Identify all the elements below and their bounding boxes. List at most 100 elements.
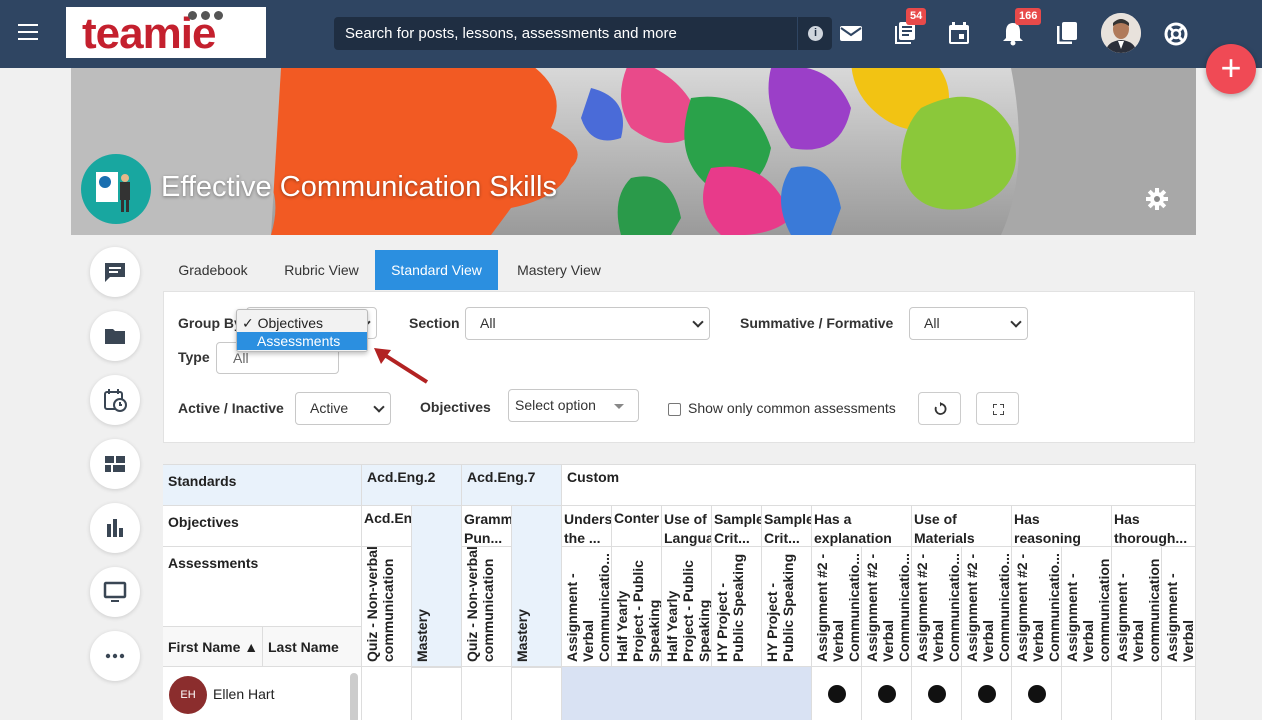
grade-cell[interactable]	[1012, 667, 1062, 720]
rail-calendar-button[interactable]	[90, 375, 140, 425]
reset-button[interactable]	[918, 392, 961, 425]
assessment-col-14: Assignment #2 - Verbal Communicatio...	[1012, 547, 1062, 667]
type-label: Type	[178, 349, 210, 365]
assessment-col-9: HY Project - Public Speaking	[762, 547, 812, 667]
grade-cell[interactable]	[862, 667, 912, 720]
last-name-header[interactable]: Last Name	[263, 627, 362, 667]
objective-col-1: Acd.En	[362, 506, 412, 547]
grade-cell[interactable]	[362, 667, 412, 720]
objective-col-3: Unders the ...	[562, 506, 612, 547]
assessment-label: HY Project - Public Speaking	[764, 553, 796, 662]
folder-icon	[105, 329, 125, 344]
objective-col-7: Sample Crit...	[762, 506, 812, 547]
objective-col-9: Use of Materials	[912, 506, 1012, 547]
assessment-label: Assignment #2 - Verbal Communicatio...	[964, 553, 1012, 662]
assessment-col-6: Half Yearly Project - Public Speaking	[612, 547, 662, 667]
search-info-button[interactable]: i	[797, 17, 832, 50]
add-button[interactable]: +	[1206, 44, 1256, 94]
objectives-placeholder: Select option	[515, 397, 596, 413]
search-input[interactable]	[334, 17, 796, 50]
group-by-label: Group By	[178, 315, 242, 331]
assessment-col-16: Assignment - Verbal communication	[1112, 547, 1162, 667]
summative-formative-select[interactable]: All	[909, 307, 1028, 340]
grade-cell[interactable]	[962, 667, 1012, 720]
rail-discussion-button[interactable]	[90, 247, 140, 297]
grade-cell[interactable]	[1112, 667, 1162, 720]
grade-cell[interactable]	[512, 667, 562, 720]
fullscreen-button[interactable]	[976, 392, 1019, 425]
first-name-header[interactable]: First Name ▲	[163, 627, 263, 667]
assessment-label: Mastery	[514, 609, 530, 662]
menu-icon[interactable]	[18, 24, 38, 40]
tab-rubric-view[interactable]: Rubric View	[268, 250, 375, 290]
grade-cell[interactable]	[1062, 667, 1112, 720]
calendar-icon[interactable]	[947, 20, 971, 46]
assessment-label: Assignment - Verbal Communicatio...	[564, 553, 612, 662]
assessment-col-5: Assignment - Verbal Communicatio...	[562, 547, 612, 667]
objective-col-10: Has reasoning	[1012, 506, 1112, 547]
section-select[interactable]: All	[465, 307, 710, 340]
objectives-filter-label: Objectives	[420, 399, 491, 415]
grade-cell[interactable]	[462, 667, 512, 720]
bar-chart-icon	[107, 519, 123, 537]
grade-cell[interactable]	[912, 667, 962, 720]
mastery-dot	[1028, 685, 1046, 703]
assessment-label: Assignment - Verbal	[1164, 573, 1196, 662]
monitor-icon	[103, 581, 127, 602]
gear-icon[interactable]	[1145, 187, 1169, 211]
assessment-label: Assignment #2 - Verbal Communicatio...	[864, 553, 912, 662]
active-inactive-select[interactable]: Active	[295, 392, 391, 425]
objectives-select[interactable]: Select option	[508, 389, 639, 422]
banner-artwork	[71, 68, 1196, 235]
tab-mastery-view[interactable]: Mastery View	[503, 250, 615, 290]
objective-col-6: Sample Crit...	[712, 506, 762, 547]
assessment-col-1: Quiz - Non-verbal communication	[362, 547, 412, 667]
group-by-option-assessments-shown[interactable]: Assessments	[237, 332, 367, 350]
summative-value: All	[924, 315, 940, 331]
type-value: All	[233, 350, 249, 366]
rail-screen-button[interactable]	[90, 567, 140, 617]
assessment-label: Quiz - Non-verbal communication	[364, 547, 396, 662]
section-value: All	[480, 315, 496, 331]
scrollbar-thumb[interactable]	[350, 673, 358, 720]
dashboard-icon	[105, 456, 125, 472]
standard-acd-eng-7: Acd.Eng.7	[462, 465, 562, 506]
assessment-col-17: Assignment - Verbal	[1162, 547, 1196, 667]
filters-panel: Group By ✓ Objectives Assessments Sectio…	[163, 291, 1195, 443]
assessment-label: Assignment - Verbal communication	[1114, 558, 1162, 662]
mail-icon[interactable]	[839, 20, 863, 46]
assessment-label: Assignment #2 - Verbal Communicatio...	[814, 553, 862, 662]
course-title: Effective Communication Skills	[161, 171, 557, 203]
grade-cell[interactable]	[1162, 667, 1196, 720]
objective-col-11: Has thorough...	[1112, 506, 1196, 547]
standard-custom: Custom	[562, 465, 1196, 506]
grade-cells-shaded[interactable]	[562, 667, 812, 720]
assessment-label: Assignment #2 - Verbal Communicatio...	[914, 553, 962, 662]
calendar-clock-icon	[104, 389, 127, 412]
grade-cell[interactable]	[812, 667, 862, 720]
tab-gradebook[interactable]: Gradebook	[163, 250, 263, 290]
course-banner: Effective Communication Skills	[71, 68, 1196, 235]
grade-cell[interactable]	[412, 667, 462, 720]
assessment-col-3: Quiz - Non-verbal communication	[462, 547, 512, 667]
documents-icon[interactable]	[1055, 20, 1079, 46]
assessment-col-12: Assignment #2 - Verbal Communicatio...	[912, 547, 962, 667]
help-lifebuoy-icon[interactable]	[1164, 21, 1188, 47]
top-bar: teamie i 54 166	[0, 0, 1262, 68]
tab-standard-view[interactable]: Standard View	[375, 250, 498, 290]
student-row-ellen-hart[interactable]: EH Ellen Hart	[163, 667, 362, 720]
teamie-logo[interactable]: teamie	[66, 7, 266, 58]
objective-col-2: Gramm Pun...	[462, 506, 512, 547]
rail-gradebook-button[interactable]	[90, 503, 140, 553]
student-name[interactable]: Ellen Hart	[213, 686, 274, 702]
standard-acd-eng-2: Acd.Eng.2	[362, 465, 462, 506]
rail-dashboard-button[interactable]	[90, 439, 140, 489]
assessment-label: Mastery	[414, 609, 430, 662]
common-assessments-checkbox[interactable]	[668, 403, 681, 416]
rail-more-button[interactable]	[90, 631, 140, 681]
user-avatar[interactable]	[1101, 13, 1141, 53]
assessment-col-2: Mastery	[412, 506, 462, 667]
rail-files-button[interactable]	[90, 311, 140, 361]
assessment-col-11: Assignment #2 - Verbal Communicatio...	[862, 547, 912, 667]
group-by-option-objectives-shown[interactable]: ✓ Objectives	[237, 314, 367, 332]
